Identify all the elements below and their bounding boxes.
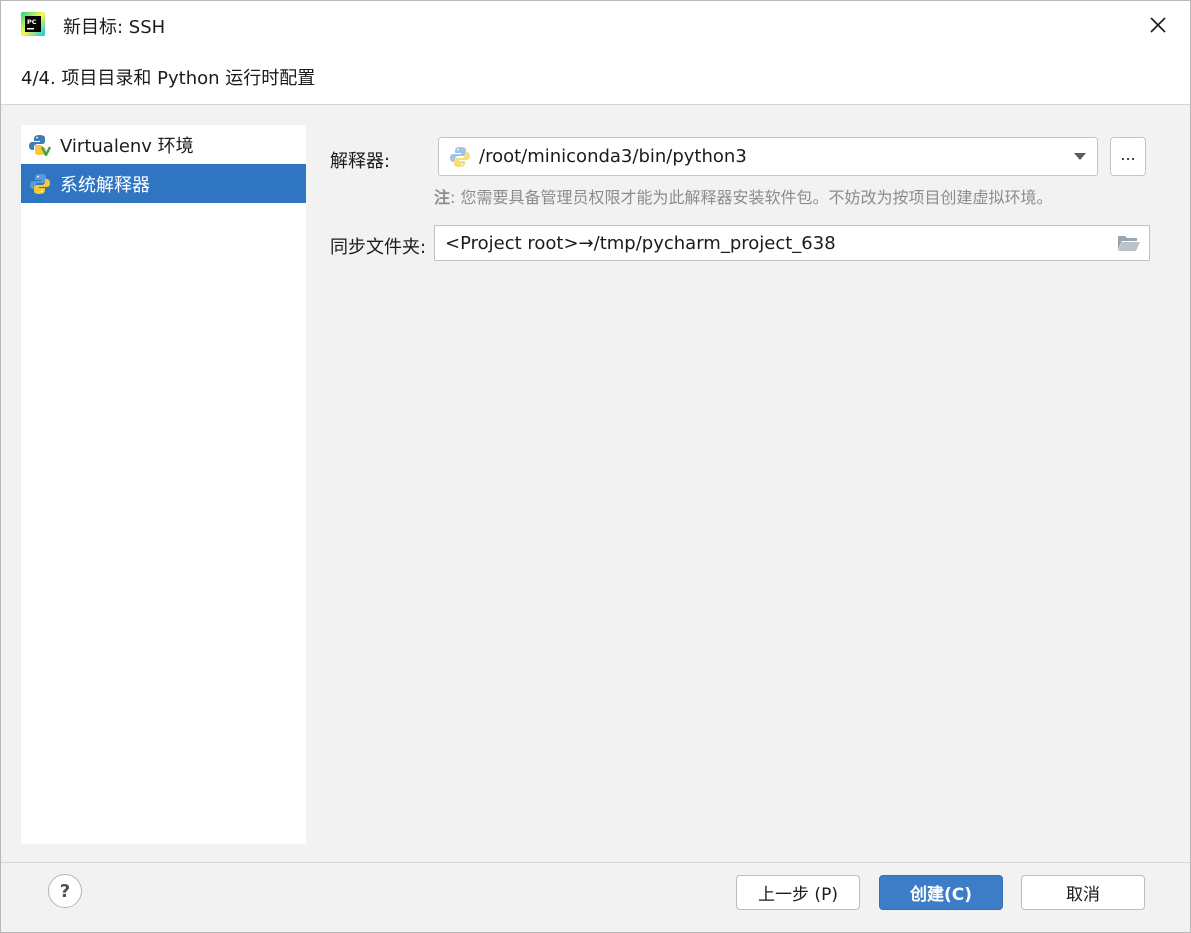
wizard-header: 4/4. 项目目录和 Python 运行时配置 [1, 47, 1190, 105]
svg-text:PC: PC [27, 18, 37, 26]
folder-icon[interactable] [1117, 234, 1141, 252]
python-icon [30, 173, 50, 194]
interpreter-value: /root/miniconda3/bin/python3 [479, 146, 747, 167]
note-prefix: 注 [434, 188, 451, 207]
close-button[interactable] [1144, 11, 1172, 39]
footer-divider [1, 862, 1190, 863]
title-bar: PC 新目标: SSH [1, 1, 1190, 47]
dialog-window: PC 新目标: SSH 4/4. 项目目录和 Python 运行时配置 Virt… [0, 0, 1191, 933]
admin-note: 注: 您需要具备管理员权限才能为此解释器安装软件包。不妨改为按项目创建虚拟环境。 [434, 184, 1053, 208]
interpreter-label: 解释器: [330, 151, 391, 172]
python-virtualenv-icon [29, 134, 51, 156]
step-title: 4/4. 项目目录和 Python 运行时配置 [21, 68, 316, 89]
interpreter-type-list: Virtualenv 环境 系统解释器 [21, 125, 306, 844]
list-item-system-interpreter[interactable]: 系统解释器 [21, 164, 306, 203]
list-item-label: Virtualenv 环境 [60, 135, 194, 157]
list-item-label: 系统解释器 [60, 174, 150, 196]
interpreter-select[interactable]: /root/miniconda3/bin/python3 [438, 137, 1098, 176]
chevron-down-icon [1074, 153, 1086, 160]
pycharm-icon: PC [21, 12, 45, 36]
list-item-virtualenv[interactable]: Virtualenv 环境 [21, 125, 306, 164]
sync-folder-value: <Project root>→/tmp/pycharm_project_638 [445, 232, 836, 254]
window-title: 新目标: SSH [63, 17, 166, 38]
close-icon [1150, 17, 1166, 33]
sync-folder-field[interactable]: <Project root>→/tmp/pycharm_project_638 [434, 225, 1150, 261]
create-button[interactable]: 创建(C) [879, 875, 1003, 910]
python-icon [450, 146, 470, 167]
help-button[interactable]: ? [48, 874, 82, 908]
note-text: : 您需要具备管理员权限才能为此解释器安装软件包。不妨改为按项目创建虚拟环境。 [450, 188, 1053, 207]
browse-interpreter-button[interactable]: ... [1110, 137, 1146, 176]
cancel-button[interactable]: 取消 [1021, 875, 1145, 910]
back-button[interactable]: 上一步 (P) [736, 875, 860, 910]
sync-folder-label: 同步文件夹: [330, 237, 427, 258]
